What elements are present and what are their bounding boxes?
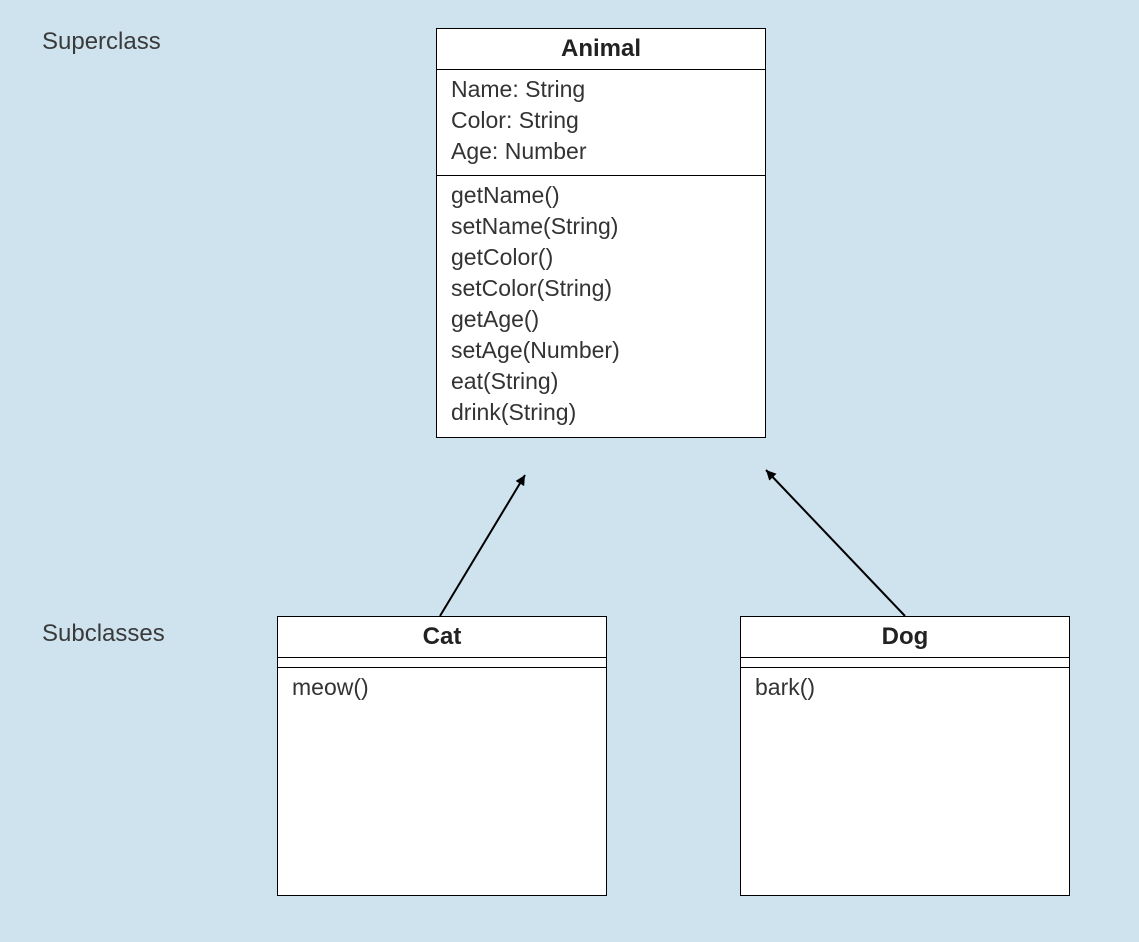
arrow-cat-to-animal bbox=[440, 475, 525, 616]
subclasses-label: Subclasses bbox=[42, 620, 165, 648]
class-box-animal: Animal Name: String Color: String Age: N… bbox=[436, 28, 766, 438]
method: drink(String) bbox=[451, 397, 751, 428]
method: setName(String) bbox=[451, 211, 751, 242]
class-methods-cat: meow() bbox=[278, 668, 606, 711]
attr: Name: String bbox=[451, 74, 751, 105]
class-attributes-cat bbox=[278, 658, 606, 668]
method: bark() bbox=[755, 672, 1055, 703]
class-box-cat: Cat meow() bbox=[277, 616, 607, 896]
method: getAge() bbox=[451, 304, 751, 335]
method: setColor(String) bbox=[451, 273, 751, 304]
class-attributes-animal: Name: String Color: String Age: Number bbox=[437, 70, 765, 176]
class-name-dog: Dog bbox=[741, 617, 1069, 658]
attr: Age: Number bbox=[451, 136, 751, 167]
class-methods-animal: getName() setName(String) getColor() set… bbox=[437, 176, 765, 436]
method: meow() bbox=[292, 672, 592, 703]
method: eat(String) bbox=[451, 366, 751, 397]
class-box-dog: Dog bark() bbox=[740, 616, 1070, 896]
class-name-animal: Animal bbox=[437, 29, 765, 70]
method: getColor() bbox=[451, 242, 751, 273]
class-attributes-dog bbox=[741, 658, 1069, 668]
uml-diagram-canvas: Superclass Subclasses Animal Name: Strin… bbox=[0, 0, 1139, 942]
attr: Color: String bbox=[451, 105, 751, 136]
class-name-cat: Cat bbox=[278, 617, 606, 658]
method: setAge(Number) bbox=[451, 335, 751, 366]
method: getName() bbox=[451, 180, 751, 211]
class-methods-dog: bark() bbox=[741, 668, 1069, 711]
superclass-label: Superclass bbox=[42, 28, 161, 56]
arrow-dog-to-animal bbox=[766, 470, 905, 616]
